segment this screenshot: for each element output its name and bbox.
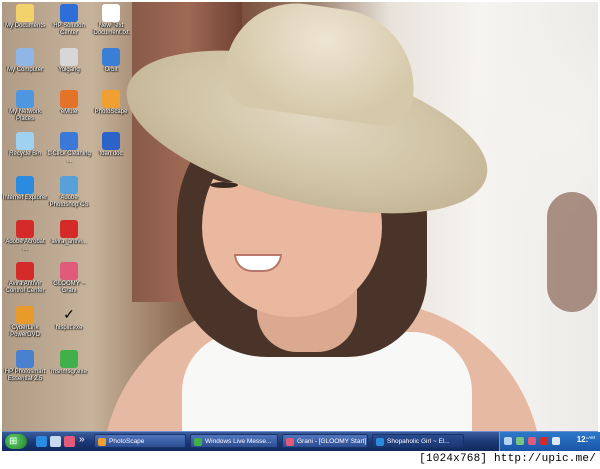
desktop-icon[interactable]: My Computer (2, 48, 48, 74)
desktop-screen: My Documents HP Solution Center New Text D… (2, 2, 598, 450)
desktop-icon-label: CyberLink PowerDVD (10, 325, 40, 338)
desktop-icon-label: eMule (60, 109, 78, 115)
adobe-acrobat-icon (16, 220, 34, 238)
yoigang-icon (60, 48, 78, 66)
gloomy-grani-icon (60, 262, 78, 280)
desktop-icon-label: avira_antivi... (51, 239, 87, 245)
desktop-icon-label: Orbit (104, 67, 118, 73)
hp-solution-center-icon (60, 4, 78, 22)
desktop-icon-label: HP Solution Center (53, 23, 85, 36)
desktop-icon-label: My Network Places (9, 109, 41, 122)
cleaning-icon (60, 132, 78, 150)
taskbar-button-label: Windows Live Messe... (205, 438, 272, 445)
desktop-icon[interactable]: Orbit (88, 48, 134, 74)
clock[interactable]: 12:AM (577, 435, 595, 444)
my-documents-icon (16, 4, 34, 22)
wallpaper-background-figure (547, 192, 597, 312)
desktop-icon-label: 1-Click Cleaning ... (47, 151, 91, 164)
photoscape-icon (98, 438, 106, 446)
taskbar-button-label: Shopaholic Girl ~ El... (387, 438, 450, 445)
desktop-icon[interactable]: Adobe Photoshop CS (46, 176, 92, 209)
desktop-icon[interactable]: Avira AntiVir Control Center (2, 262, 48, 295)
start-button[interactable]: ⊞ (5, 434, 27, 449)
taskbar: ⊞ » PhotoScape Windows Live Messe... Grani… (2, 431, 600, 451)
desktop-icon-label: hisplit.exe (55, 325, 83, 331)
desktop-icon[interactable]: HP Photosmart Essential 2.5 (2, 350, 48, 383)
taskbar-button[interactable]: Shopaholic Girl ~ El... (372, 434, 464, 448)
internet-explorer-icon (16, 176, 34, 194)
desktop-icon[interactable]: GLOOMY ~ Grani (46, 262, 92, 295)
desktop-icon[interactable]: CyberLink PowerDVD (2, 306, 48, 339)
desktop-icon-label: Adobe Acrobat ... (5, 239, 45, 252)
desktop-icon-label: HP Photosmart Essential 2.5 (4, 369, 46, 382)
powerdvd-icon (16, 306, 34, 324)
desktop-icon[interactable]: Adobe Acrobat ... (2, 220, 48, 253)
desktop-icon-label: New Text Document.txt (93, 23, 129, 36)
desktop-icon[interactable]: New Text Document.txt (88, 4, 134, 37)
quick-launch-overflow[interactable]: » (79, 434, 85, 445)
desktop-icon-label: Yoigang (58, 67, 80, 73)
tray-messenger-icon[interactable] (528, 437, 536, 445)
desktop-icon[interactable]: Recycle Bin (2, 132, 48, 158)
taskbar-button[interactable]: Windows Live Messe... (190, 434, 278, 448)
taskbar-button[interactable]: Grani - [GLOOMY Start] (282, 434, 368, 448)
desktop-icon[interactable]: HP Solution Center (46, 4, 92, 37)
tray-avira-icon[interactable] (540, 437, 548, 445)
watermark: [1024x768] http://upic.me/ (419, 453, 596, 465)
word-document-icon (102, 132, 120, 150)
desktop-icon[interactable]: My Documents (2, 4, 48, 30)
taskbar-button[interactable]: PhotoScape (94, 434, 186, 448)
msn-messenger-icon (194, 438, 202, 446)
desktop-icon[interactable]: PhotoScape (88, 90, 134, 116)
desktop-icon-label: My Computer (6, 67, 43, 73)
orbit-icon (102, 48, 120, 66)
tray-volume-icon[interactable] (552, 437, 560, 445)
avira-control-center-icon (16, 262, 34, 280)
ie-quicklaunch-icon[interactable] (36, 436, 47, 447)
gloomy-grani-icon (286, 438, 294, 446)
desktop-icon-label: Adobe Photoshop CS (49, 195, 89, 208)
desktop-icon[interactable]: eMule (46, 90, 92, 116)
emule-icon (60, 90, 78, 108)
tray-network-icon[interactable] (516, 437, 524, 445)
system-tray: 12:AM (499, 432, 600, 451)
desktop-icon[interactable]: Yoigang (46, 48, 92, 74)
checkmark-icon: ✓ (63, 306, 75, 322)
photoshop-icon (60, 176, 78, 194)
desktop-icon-label: Recycle Bin (9, 151, 41, 157)
desktop-icon[interactable]: toan.doc (88, 132, 134, 158)
show-desktop-icon[interactable] (50, 436, 61, 447)
network-places-icon (16, 90, 34, 108)
windows-start-icon: ⊞ (9, 436, 18, 447)
desktop-icon[interactable]: Internet Explorer (2, 176, 48, 202)
messenger-quicklaunch-icon[interactable] (64, 436, 75, 447)
taskbar-button-label: PhotoScape (109, 438, 145, 445)
desktop-icon[interactable]: ✓ hisplit.exe (46, 306, 92, 332)
desktop-icon[interactable]: My Network Places (2, 90, 48, 123)
desktop-icon[interactable]: 1-Click Cleaning ... (46, 132, 92, 165)
recycle-bin-icon (16, 132, 34, 150)
desktop-icon-label: My Documents (4, 23, 45, 29)
avira-icon (60, 220, 78, 238)
taskbar-button-label: Grani - [GLOOMY Start] (297, 438, 367, 445)
wallpaper-eye (210, 182, 238, 188)
desktop-icon-label: PhotoScape (94, 109, 128, 115)
desktop-icon-label: msnmsgr.exe (51, 369, 87, 375)
desktop-icon[interactable]: msnmsgr.exe (46, 350, 92, 376)
photoscape-icon (102, 90, 120, 108)
desktop-icon-label: toan.doc (99, 151, 123, 157)
internet-explorer-icon (376, 438, 384, 446)
msn-messenger-icon (60, 350, 78, 368)
hp-photosmart-icon (16, 350, 34, 368)
desktop-icon-label: GLOOMY ~ Grani (53, 281, 85, 294)
tray-arrow-icon[interactable] (504, 437, 512, 445)
desktop-icon-label: Avira AntiVir Control Center (5, 281, 45, 294)
desktop-icon[interactable]: avira_antivi... (46, 220, 92, 246)
text-document-icon (102, 4, 120, 22)
my-computer-icon (16, 48, 34, 66)
desktop-icon-label: Internet Explorer (2, 195, 48, 201)
